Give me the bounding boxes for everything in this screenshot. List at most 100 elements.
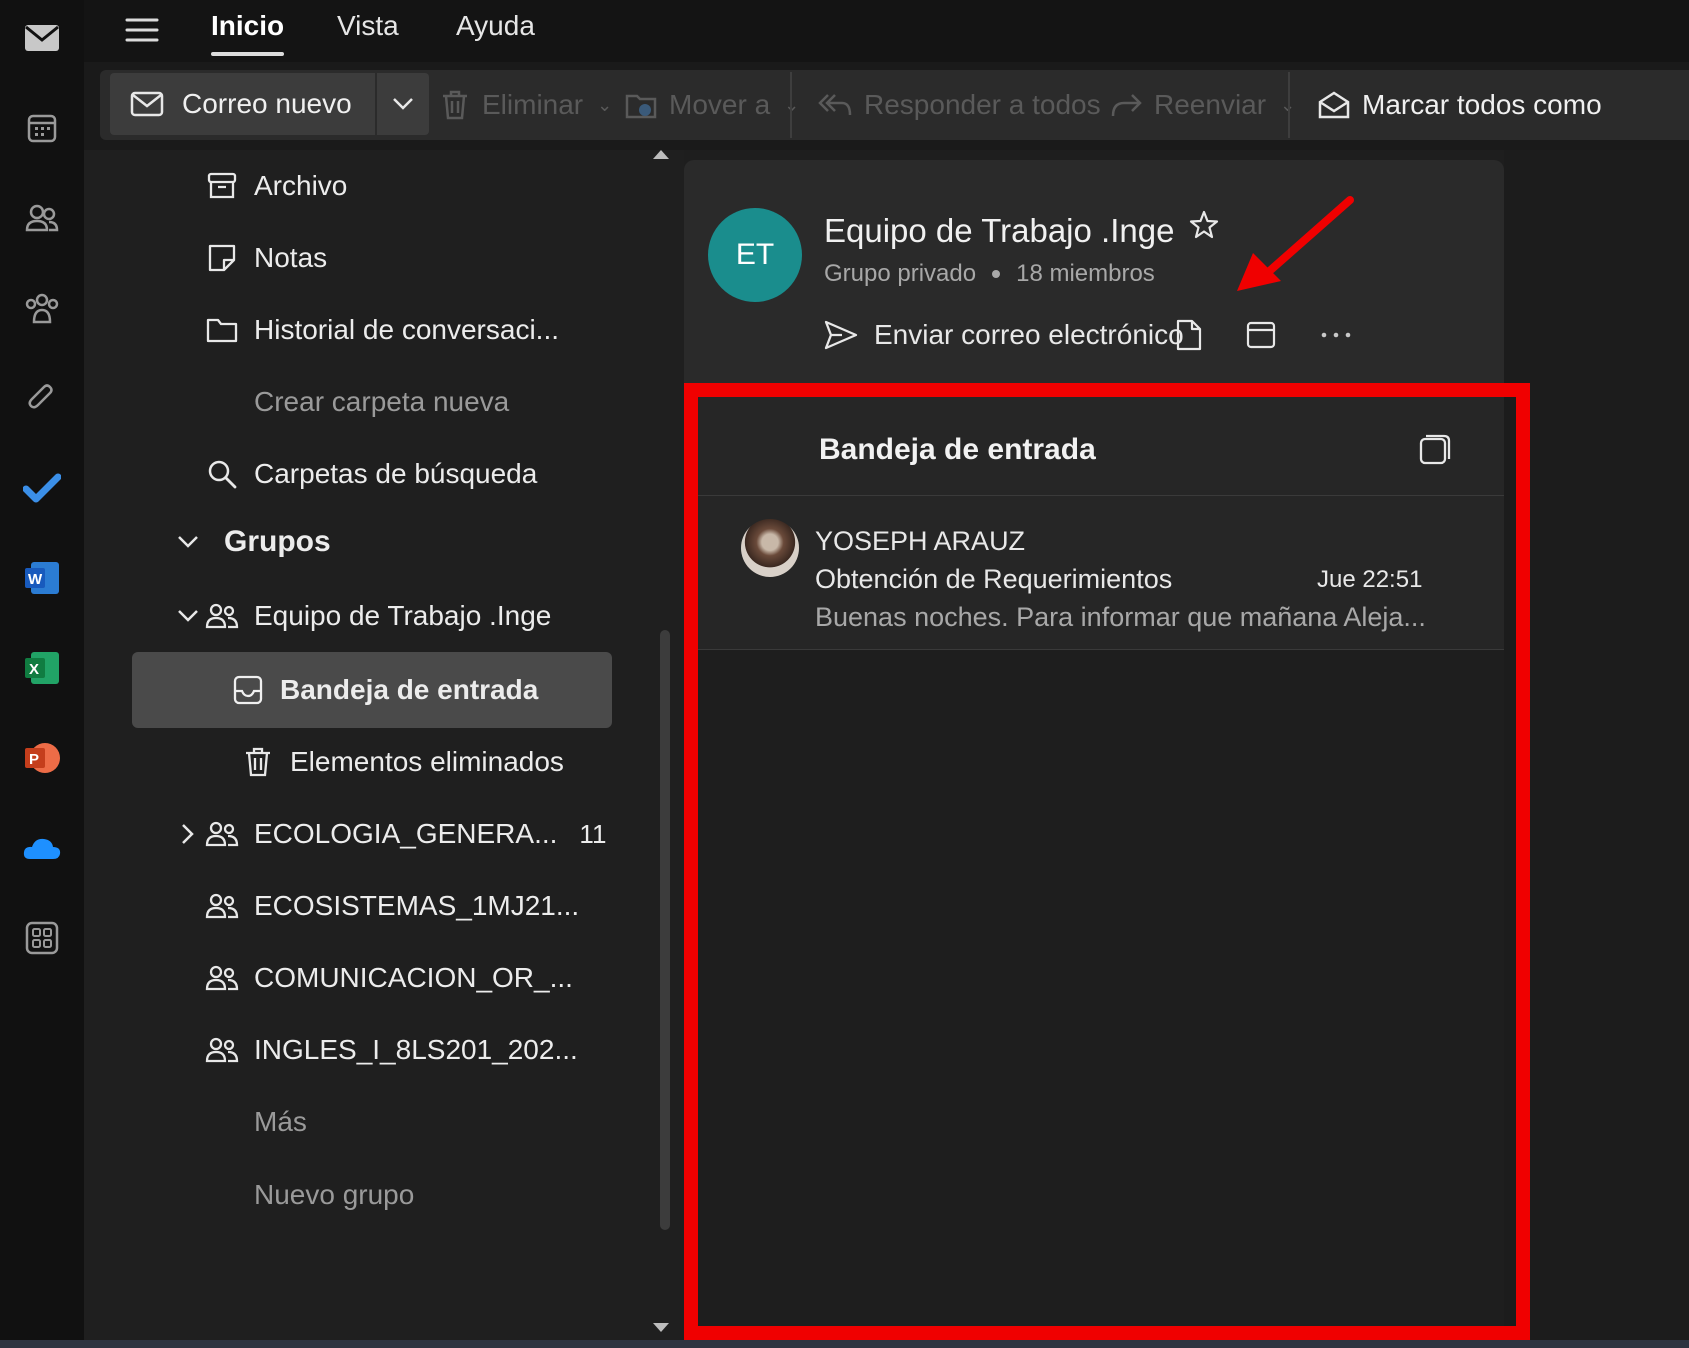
reply-all-icon [818, 94, 852, 116]
calendar-icon[interactable] [1239, 310, 1283, 360]
scroll-up-arrow-icon[interactable] [652, 148, 670, 160]
group-comunicacion[interactable]: COMUNICACION_OR_... [204, 950, 573, 1006]
mark-all-label: Marcar todos como [1362, 89, 1602, 120]
new-mail-button[interactable]: Correo nuevo [110, 73, 375, 135]
group-title: Equipo de Trabajo .Inge [824, 212, 1175, 249]
tab-vista-label: Vista [337, 10, 399, 41]
ribbon-separator [1288, 72, 1290, 138]
chevron-right-icon[interactable] [174, 820, 202, 848]
inbox-icon [230, 672, 266, 708]
group-label: ECOSISTEMAS_1MJ21... [254, 890, 580, 921]
groups-header[interactable]: Grupos [224, 514, 331, 570]
more-label: Más [254, 1106, 307, 1137]
group-meta: Grupo privado 18 miembros [824, 260, 1155, 288]
word-app-icon[interactable]: W [14, 550, 70, 606]
send-email-label: Enviar correo electrónico [874, 319, 1184, 350]
move-to-button[interactable]: Mover a ⌄ [625, 70, 799, 140]
envelope-open-icon [1318, 91, 1350, 119]
separator-dot [992, 270, 1001, 278]
group-label: Equipo de Trabajo .Inge [254, 600, 552, 631]
excel-app-icon[interactable]: X [14, 640, 70, 696]
svg-text:X: X [29, 661, 39, 678]
folder-bandeja-entrada[interactable]: Bandeja de entrada [132, 652, 612, 728]
app-rail: W X P [0, 0, 84, 1348]
tab-ayuda[interactable]: Ayuda [456, 10, 535, 42]
sender-avatar [741, 519, 799, 577]
favorite-star-icon[interactable] [1189, 210, 1219, 240]
send-email-button[interactable]: Enviar correo electrónico [824, 310, 1184, 360]
message-list-header: Bandeja de entrada [684, 385, 1504, 496]
ribbon-separator [790, 72, 792, 138]
message-row[interactable]: YOSEPH ARAUZ Obtención de Requerimientos… [684, 496, 1504, 650]
folder-busqueda[interactable]: Carpetas de búsqueda [204, 446, 537, 502]
group-label: INGLES_I_8LS201_202... [254, 1034, 578, 1065]
search-icon [204, 456, 240, 492]
delete-button[interactable]: Eliminar ⌄ [440, 70, 612, 140]
move-folder-icon [625, 94, 657, 119]
notes-icon [204, 240, 240, 276]
active-tab-indicator [211, 52, 285, 56]
new-mail-dropdown-button[interactable] [377, 73, 429, 135]
forward-icon [1111, 94, 1142, 117]
group-privacy: Grupo privado [824, 260, 977, 287]
apps-grid-icon[interactable] [14, 910, 70, 966]
calendar-app-icon[interactable] [14, 100, 70, 156]
folder-label: Archivo [254, 170, 348, 201]
folder-icon [204, 312, 240, 348]
chevron-down-icon [393, 98, 413, 110]
more-options-icon[interactable] [1314, 310, 1358, 360]
forward-button[interactable]: Reenviar ⌄ [1110, 70, 1295, 140]
send-icon [824, 320, 858, 350]
attachment-app-icon[interactable] [14, 370, 70, 426]
group-ecologia[interactable]: ECOLOGIA_GENERA... 11 [204, 806, 606, 862]
ribbon: Correo nuevo Eliminar ⌄ Mover a ⌄ Respon… [100, 70, 1689, 140]
message-list: Bandeja de entrada YOSEPH ARAUZ Obtenció… [684, 385, 1504, 1348]
select-mode-icon[interactable] [1419, 433, 1451, 465]
unread-count-badge: 11 [579, 818, 607, 849]
group-icon [204, 1032, 240, 1068]
top-menu: Inicio Vista Ayuda [84, 0, 1689, 62]
create-folder-link[interactable]: Crear carpeta nueva [254, 374, 509, 430]
new-group-link[interactable]: Nuevo grupo [254, 1167, 414, 1223]
message-preview: Buenas noches. Para informar que mañana … [815, 602, 1426, 632]
people-app-icon[interactable] [14, 190, 70, 246]
reply-all-button[interactable]: Responder a todos [818, 70, 1101, 140]
trash-icon [443, 90, 467, 120]
folder-archivo[interactable]: Archivo [204, 158, 347, 214]
bottom-edge [0, 1340, 1689, 1348]
hamburger-menu-icon[interactable] [122, 10, 162, 50]
folder-elementos-eliminados[interactable]: Elementos eliminados [240, 734, 564, 790]
chevron-down-icon[interactable] [174, 602, 202, 630]
files-icon[interactable] [1167, 310, 1211, 360]
more-groups-link[interactable]: Más [254, 1094, 307, 1150]
folder-notas[interactable]: Notas [204, 230, 327, 286]
svg-text:P: P [29, 751, 39, 768]
group-ingles[interactable]: INGLES_I_8LS201_202... [204, 1022, 578, 1078]
groups-app-icon[interactable] [14, 280, 70, 336]
red-arrow-annotation [1237, 196, 1354, 291]
folder-label: Notas [254, 242, 328, 273]
folder-scrollbar[interactable] [660, 630, 670, 1230]
folder-historial[interactable]: Historial de conversaci... [204, 302, 559, 358]
tab-vista[interactable]: Vista [337, 10, 399, 42]
group-members[interactable]: 18 miembros [1016, 260, 1155, 288]
group-ecosistemas[interactable]: ECOSISTEMAS_1MJ21... [204, 878, 579, 934]
onedrive-app-icon[interactable] [14, 820, 70, 876]
group-icon [204, 888, 240, 924]
archive-icon [204, 168, 240, 204]
powerpoint-app-icon[interactable]: P [14, 730, 70, 786]
move-to-label: Mover a [669, 89, 771, 120]
mark-all-read-button[interactable]: Marcar todos como [1318, 70, 1602, 140]
folder-label: Elementos eliminados [290, 746, 564, 777]
new-mail-label: Correo nuevo [182, 88, 352, 119]
chevron-down-icon[interactable] [174, 528, 202, 556]
mail-app-icon[interactable] [14, 10, 70, 66]
group-equipo-trabajo[interactable]: Equipo de Trabajo .Inge [204, 588, 551, 644]
scroll-down-arrow-icon[interactable] [652, 1322, 670, 1334]
svg-text:W: W [28, 571, 43, 588]
group-header-card: ET Equipo de Trabajo .Inge Grupo privado… [684, 160, 1504, 385]
tab-inicio[interactable]: Inicio [211, 10, 285, 56]
message-subject: Obtención de Requerimientos [815, 564, 1173, 594]
todo-app-icon[interactable] [14, 460, 70, 516]
message-time: Jue 22:51 [1317, 566, 1423, 593]
